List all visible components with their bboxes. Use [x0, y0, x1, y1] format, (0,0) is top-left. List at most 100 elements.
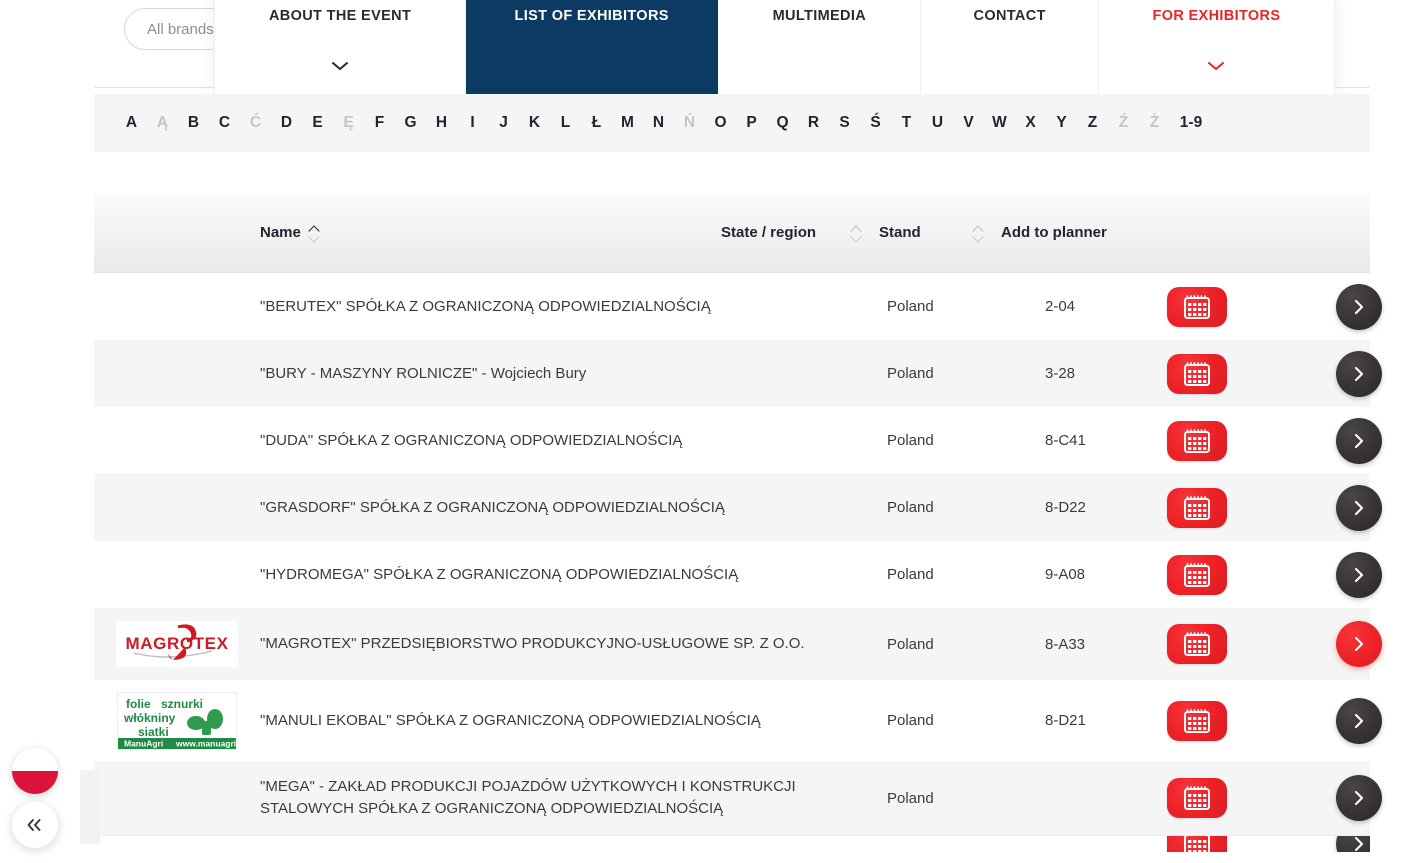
add-to-planner-button[interactable] [1167, 778, 1227, 818]
sort-toggle-stand[interactable] [965, 226, 1001, 241]
svg-text:MAGROTEX: MAGROTEX [125, 634, 228, 653]
alphabet-filter-G[interactable]: G [395, 114, 426, 132]
nav-item-multimedia[interactable]: MULTIMEDIA [718, 0, 922, 94]
chevron-right-icon [1354, 790, 1364, 806]
view-exhibitor-details-button[interactable] [1336, 697, 1382, 744]
nav-item-about-the-event[interactable]: ABOUT THE EVENT [214, 0, 467, 94]
alphabet-filter-N[interactable]: N [643, 114, 674, 132]
view-exhibitor-details-button[interactable] [1336, 417, 1382, 464]
table-row[interactable]: MAGROTEX "MAGROTEX" PRZEDSIĘBIORSTWO PROD… [94, 608, 1382, 680]
alphabet-filter-C[interactable]: C [209, 114, 240, 132]
alphabet-filter-L[interactable]: L [550, 114, 581, 132]
cell-exhibitor-name[interactable]: "GRASDORF" SPÓŁKA Z OGRANICZONĄ ODPOWIED… [260, 497, 887, 519]
table-row[interactable]: "DUDA" SPÓŁKA Z OGRANICZONĄ ODPOWIEDZIAL… [94, 407, 1382, 474]
calendar-icon [1184, 836, 1210, 852]
svg-text:siatki: siatki [138, 725, 169, 739]
collapse-panel-button[interactable] [12, 802, 58, 848]
exhibitor-logo-manuagri: folie sznurki włókniny siatki ManuAgri www.ma… [117, 691, 237, 750]
view-exhibitor-details-button[interactable] [1336, 836, 1370, 852]
alphabet-filter-R[interactable]: R [798, 114, 829, 132]
alphabet-filter-B[interactable]: B [178, 114, 209, 132]
view-exhibitor-details-button[interactable] [1336, 551, 1382, 598]
add-to-planner-button[interactable] [1167, 487, 1227, 528]
alphabet-filter-D[interactable]: D [271, 114, 302, 132]
table-row[interactable]: "MEGA" - ZAKŁAD PRODUKCJI POJAZDÓW UŻYTK… [94, 761, 1382, 835]
chevron-down-icon[interactable] [1099, 58, 1334, 75]
add-to-planner-button[interactable] [1167, 700, 1227, 741]
alphabet-filter-O[interactable]: O [705, 114, 736, 132]
table-body: "BERUTEX" SPÓŁKA Z OGRANICZONĄ ODPOWIEDZ… [94, 273, 1382, 852]
alphabet-filter-I[interactable]: I [457, 114, 488, 132]
table-row[interactable]: "HYDROMEGA" SPÓŁKA Z OGRANICZONĄ ODPOWIE… [94, 541, 1382, 608]
column-header-add-to-planner: Add to planner [1001, 223, 1187, 243]
cell-exhibitor-name[interactable]: "DUDA" SPÓŁKA Z OGRANICZONĄ ODPOWIEDZIAL… [260, 430, 887, 452]
language-flag-poland-icon[interactable] [12, 748, 58, 794]
alphabet-filter-P[interactable]: P [736, 114, 767, 132]
alphabet-filter-F[interactable]: F [364, 114, 395, 132]
cell-stand: 8-A33 [1045, 635, 1086, 653]
cell-exhibitor-name[interactable]: "BERUTEX" SPÓŁKA Z OGRANICZONĄ ODPOWIEDZ… [260, 296, 887, 318]
cell-exhibitor-name[interactable]: "MANULI EKOBAL" SPÓŁKA Z OGRANICZONĄ ODP… [260, 710, 887, 732]
nav-item-label: ABOUT THE EVENT [268, 8, 412, 24]
column-header-stand[interactable]: Stand [879, 223, 965, 243]
alphabet-filter-1-9[interactable]: 1-9 [1170, 114, 1212, 132]
alphabet-filter-Q[interactable]: Q [767, 114, 798, 132]
alphabet-filter-U[interactable]: U [922, 114, 953, 132]
view-exhibitor-details-button[interactable] [1336, 350, 1382, 397]
table-row[interactable]: "GRASDORF" SPÓŁKA Z OGRANICZONĄ ODPOWIED… [94, 474, 1382, 541]
column-header-name[interactable]: Name [94, 223, 721, 243]
sort-toggle-state-region[interactable] [843, 226, 879, 241]
alphabet-filter-Ś[interactable]: Ś [860, 114, 891, 132]
cell-state-region: Poland [887, 432, 934, 449]
view-exhibitor-details-button[interactable] [1336, 283, 1382, 330]
table-row[interactable]: "BURY - MASZYNY ROLNICZE" - Wojciech Bur… [94, 340, 1382, 407]
alphabet-filter-S[interactable]: S [829, 114, 860, 132]
alphabet-filter-Y[interactable]: Y [1046, 114, 1077, 132]
alphabet-filter-X[interactable]: X [1015, 114, 1046, 132]
cell-details [1336, 551, 1404, 598]
cell-exhibitor-name[interactable]: "HYDROMEGA" SPÓŁKA Z OGRANICZONĄ ODPOWIE… [260, 564, 887, 586]
double-chevron-left-icon [27, 819, 41, 831]
cell-exhibitor-name[interactable]: "MEGA" - ZAKŁAD PRODUKCJI POJAZDÓW UŻYTK… [260, 776, 887, 820]
add-to-planner-button[interactable] [1167, 353, 1227, 394]
alphabet-filter-K[interactable]: K [519, 114, 550, 132]
alphabet-filter-T[interactable]: T [891, 114, 922, 132]
cell-exhibitor-name[interactable]: "MAGROTEX" PRZEDSIĘBIORSTWO PRODUKCYJNO-… [260, 633, 887, 655]
alphabet-filter-Z[interactable]: Z [1077, 114, 1108, 132]
view-exhibitor-details-button[interactable] [1336, 484, 1382, 531]
chevron-down-icon[interactable] [215, 58, 465, 75]
add-to-planner-button[interactable] [1167, 554, 1227, 595]
view-exhibitor-details-button[interactable] [1336, 621, 1382, 667]
add-to-planner-button[interactable] [1167, 286, 1227, 327]
column-header-state-region[interactable]: State / region [721, 223, 843, 243]
cell-exhibitor-name[interactable]: "BURY - MASZYNY ROLNICZE" - Wojciech Bur… [260, 363, 887, 385]
cell-add-to-planner [1167, 836, 1336, 852]
table-row-partial[interactable] [94, 836, 1370, 852]
alphabet-filter-W[interactable]: W [984, 114, 1015, 132]
table-row[interactable]: "BERUTEX" SPÓŁKA Z OGRANICZONĄ ODPOWIEDZ… [94, 273, 1382, 340]
alphabet-filter-M[interactable]: M [612, 114, 643, 132]
sort-toggle-state-region-icon[interactable] [852, 226, 862, 241]
cell-details [1336, 836, 1370, 852]
alphabet-filter-A[interactable]: A [116, 114, 147, 132]
nav-item-for-exhibitors[interactable]: FOR EXHIBITORS [1098, 0, 1336, 94]
sort-toggle-stand-icon[interactable] [974, 226, 984, 241]
nav-item-contact[interactable]: CONTACT [921, 0, 1099, 94]
add-to-planner-button[interactable] [1167, 836, 1227, 852]
add-to-planner-button[interactable] [1167, 624, 1227, 664]
nav-item-label: FOR EXHIBITORS [1152, 8, 1281, 24]
calendar-icon [1184, 786, 1210, 810]
alphabet-filter-Ł[interactable]: Ł [581, 114, 612, 132]
table-row[interactable]: folie sznurki włókniny siatki ManuAgri www.ma… [94, 680, 1382, 761]
alphabet-filter-E[interactable]: E [302, 114, 333, 132]
add-to-planner-button[interactable] [1167, 420, 1227, 461]
alphabet-filter-Ź: Ź [1118, 114, 1129, 131]
cell-details [1336, 775, 1404, 821]
alphabet-filter-H[interactable]: H [426, 114, 457, 132]
cell-state-region: Poland [887, 712, 934, 729]
alphabet-filter-J[interactable]: J [488, 114, 519, 132]
nav-item-list-of-exhibitors[interactable]: LIST OF EXHIBITORS [466, 0, 719, 94]
alphabet-filter-V[interactable]: V [953, 114, 984, 132]
view-exhibitor-details-button[interactable] [1336, 775, 1382, 821]
sort-toggle-name-icon[interactable] [310, 226, 320, 241]
